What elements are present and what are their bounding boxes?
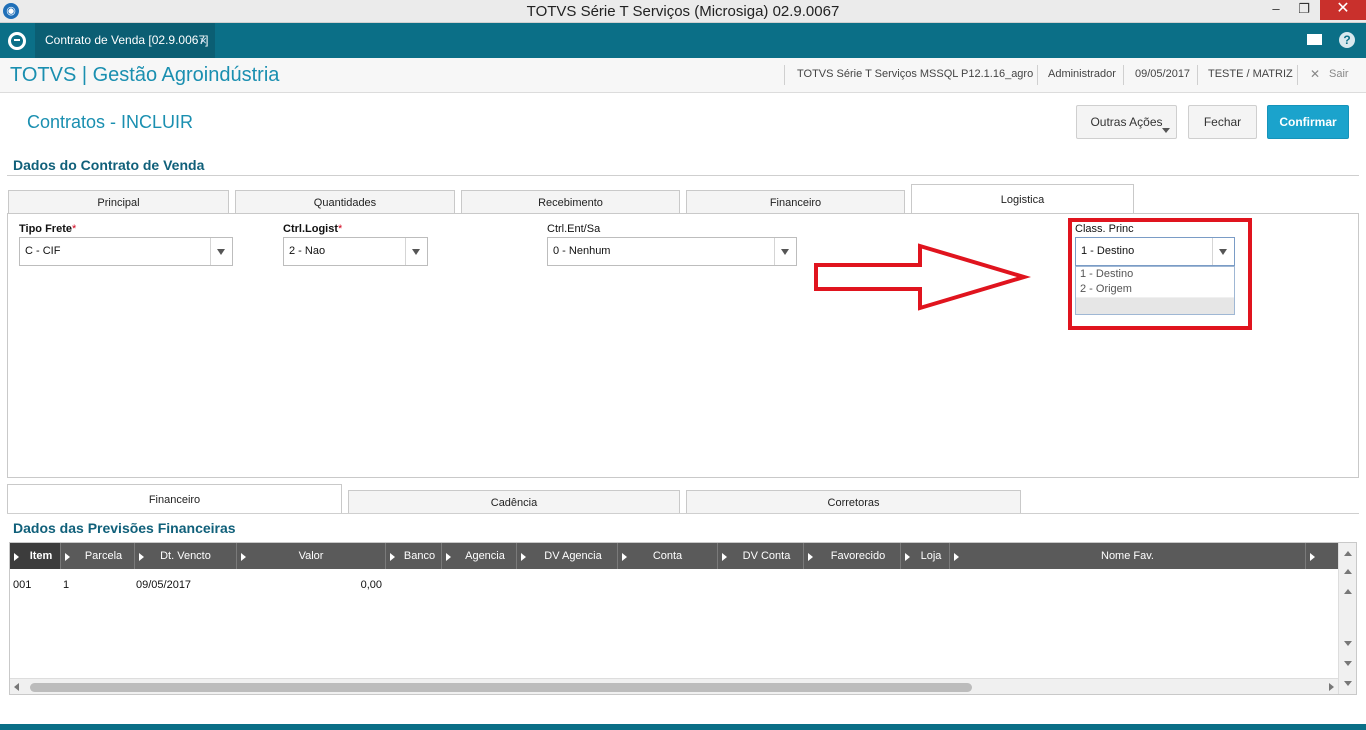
scroll-up-icon[interactable]: [1344, 551, 1352, 556]
column-header-loja[interactable]: Loja: [901, 543, 950, 569]
bottom-bar: [0, 724, 1366, 730]
contract-section-title: Dados do Contrato de Venda: [13, 157, 205, 173]
tab-label: Contrato de Venda [02.9.0067]: [45, 33, 209, 47]
user-label: Administrador: [1048, 68, 1116, 80]
scroll-left-icon[interactable]: [14, 683, 19, 691]
date-label: 09/05/2017: [1135, 68, 1191, 80]
ctrl-logist-select[interactable]: 2 - Nao: [283, 237, 428, 266]
financial-grid: Item Parcela Dt. Vencto Valor Banco Agen…: [9, 542, 1357, 695]
restore-button[interactable]: ❐: [1290, 0, 1318, 20]
arrow-annotation-icon: [814, 243, 1032, 311]
tipo-frete-select[interactable]: C - CIF: [19, 237, 233, 266]
window-title: TOTVS Série T Serviços (Microsiga) 02.9.…: [526, 3, 840, 20]
scroll-down-icon[interactable]: [1344, 681, 1352, 686]
column-header-nome-fav[interactable]: Nome Fav.: [950, 543, 1306, 569]
section-divider: [7, 513, 1359, 514]
column-header-valor[interactable]: Valor: [237, 543, 386, 569]
column-header-dv-conta[interactable]: DV Conta: [718, 543, 804, 569]
scroll-up-icon[interactable]: [1344, 569, 1352, 574]
divider: [1123, 65, 1124, 85]
close-window-button[interactable]: ✕: [1320, 0, 1366, 20]
scroll-down-icon[interactable]: [1344, 641, 1352, 646]
company-label: TESTE / MATRIZ: [1208, 68, 1293, 80]
more-actions-label: Outras Ações: [1090, 115, 1163, 129]
help-icon[interactable]: ?: [1339, 32, 1355, 48]
app-tabstrip: Contrato de Venda [02.9.0067] × ?: [0, 23, 1366, 58]
grid-horizontal-scrollbar[interactable]: [10, 678, 1338, 694]
brand-title: TOTVS | Gestão Agroindústria: [10, 64, 280, 86]
exit-link[interactable]: Sair: [1329, 68, 1349, 80]
column-header-vencto[interactable]: Dt. Vencto: [135, 543, 237, 569]
tab-contrato-de-venda[interactable]: Contrato de Venda [02.9.0067] ×: [35, 23, 215, 58]
column-header-agencia[interactable]: Agencia: [442, 543, 517, 569]
chevron-down-icon: [1162, 128, 1170, 133]
chevron-down-icon[interactable]: [210, 238, 232, 265]
tab-financeiro[interactable]: Financeiro: [686, 190, 905, 214]
scroll-right-icon[interactable]: [1329, 683, 1334, 691]
column-header-item[interactable]: Item: [10, 543, 61, 569]
more-actions-button[interactable]: Outras Ações: [1076, 105, 1177, 139]
page-title: Contratos - INCLUIR: [27, 112, 194, 132]
ctrl-ent-sa-select[interactable]: 0 - Nenhum: [547, 237, 797, 266]
tab-logistica[interactable]: Logistica: [911, 184, 1134, 214]
financial-section-title: Dados das Previsões Financeiras: [13, 520, 236, 536]
exit-icon[interactable]: ✕: [1310, 67, 1320, 81]
cell-vencto[interactable]: 09/05/2017: [136, 579, 191, 591]
section-divider: [7, 175, 1359, 176]
highlight-box: [1068, 218, 1252, 330]
close-button[interactable]: Fechar: [1188, 105, 1257, 139]
cell-item[interactable]: 001: [13, 579, 31, 591]
scroll-down-icon[interactable]: [1344, 661, 1352, 666]
divider: [1297, 65, 1298, 85]
ctrl-logist-value: 2 - Nao: [289, 245, 326, 257]
column-header-favorecido[interactable]: Favorecido: [804, 543, 901, 569]
cell-valor[interactable]: 0,00: [310, 579, 382, 591]
column-header-dv-agencia[interactable]: DV Agencia: [517, 543, 618, 569]
tab-cadencia[interactable]: Cadência: [348, 490, 680, 514]
chevron-down-icon[interactable]: [405, 238, 427, 265]
divider: [1037, 65, 1038, 85]
column-header-banco[interactable]: Banco: [386, 543, 442, 569]
mail-icon[interactable]: [1307, 34, 1322, 45]
column-header-extra[interactable]: [1306, 543, 1338, 569]
minimize-button[interactable]: –: [1262, 0, 1290, 20]
tab-close-icon[interactable]: ×: [199, 23, 207, 58]
scroll-up-icon[interactable]: [1344, 589, 1352, 594]
divider: [1197, 65, 1198, 85]
tab-recebimento[interactable]: Recebimento: [461, 190, 680, 214]
grid-vertical-scrollbar[interactable]: [1338, 543, 1356, 694]
scroll-thumb[interactable]: [30, 683, 972, 692]
chevron-down-icon[interactable]: [774, 238, 796, 265]
ctrl-ent-sa-value: 0 - Nenhum: [553, 245, 611, 257]
tab-corretoras[interactable]: Corretoras: [686, 490, 1021, 514]
column-header-conta[interactable]: Conta: [618, 543, 718, 569]
app-header: TOTVS | Gestão Agroindústria TOTVS Série…: [0, 58, 1366, 93]
divider: [784, 65, 785, 85]
tab-principal[interactable]: Principal: [8, 190, 229, 214]
ctrl-ent-sa-label: Ctrl.Ent/Sa: [547, 223, 601, 235]
tab-financeiro-lower[interactable]: Financeiro: [7, 484, 342, 514]
window-titlebar: ◉ TOTVS Série T Serviços (Microsiga) 02.…: [0, 0, 1366, 23]
tab-quantidades[interactable]: Quantidades: [235, 190, 455, 214]
ctrl-logist-label: Ctrl.Logist*: [283, 223, 343, 235]
confirm-button[interactable]: Confirmar: [1267, 105, 1349, 139]
column-header-parcela[interactable]: Parcela: [61, 543, 135, 569]
tipo-frete-value: C - CIF: [25, 245, 61, 257]
tipo-frete-label: Tipo Frete*: [19, 223, 77, 235]
environment-label: TOTVS Série T Serviços MSSQL P12.1.16_ag…: [797, 68, 1034, 80]
cell-parcela[interactable]: 1: [63, 579, 69, 591]
grid-header: Item Parcela Dt. Vencto Valor Banco Agen…: [10, 543, 1338, 569]
home-icon[interactable]: [8, 32, 26, 50]
